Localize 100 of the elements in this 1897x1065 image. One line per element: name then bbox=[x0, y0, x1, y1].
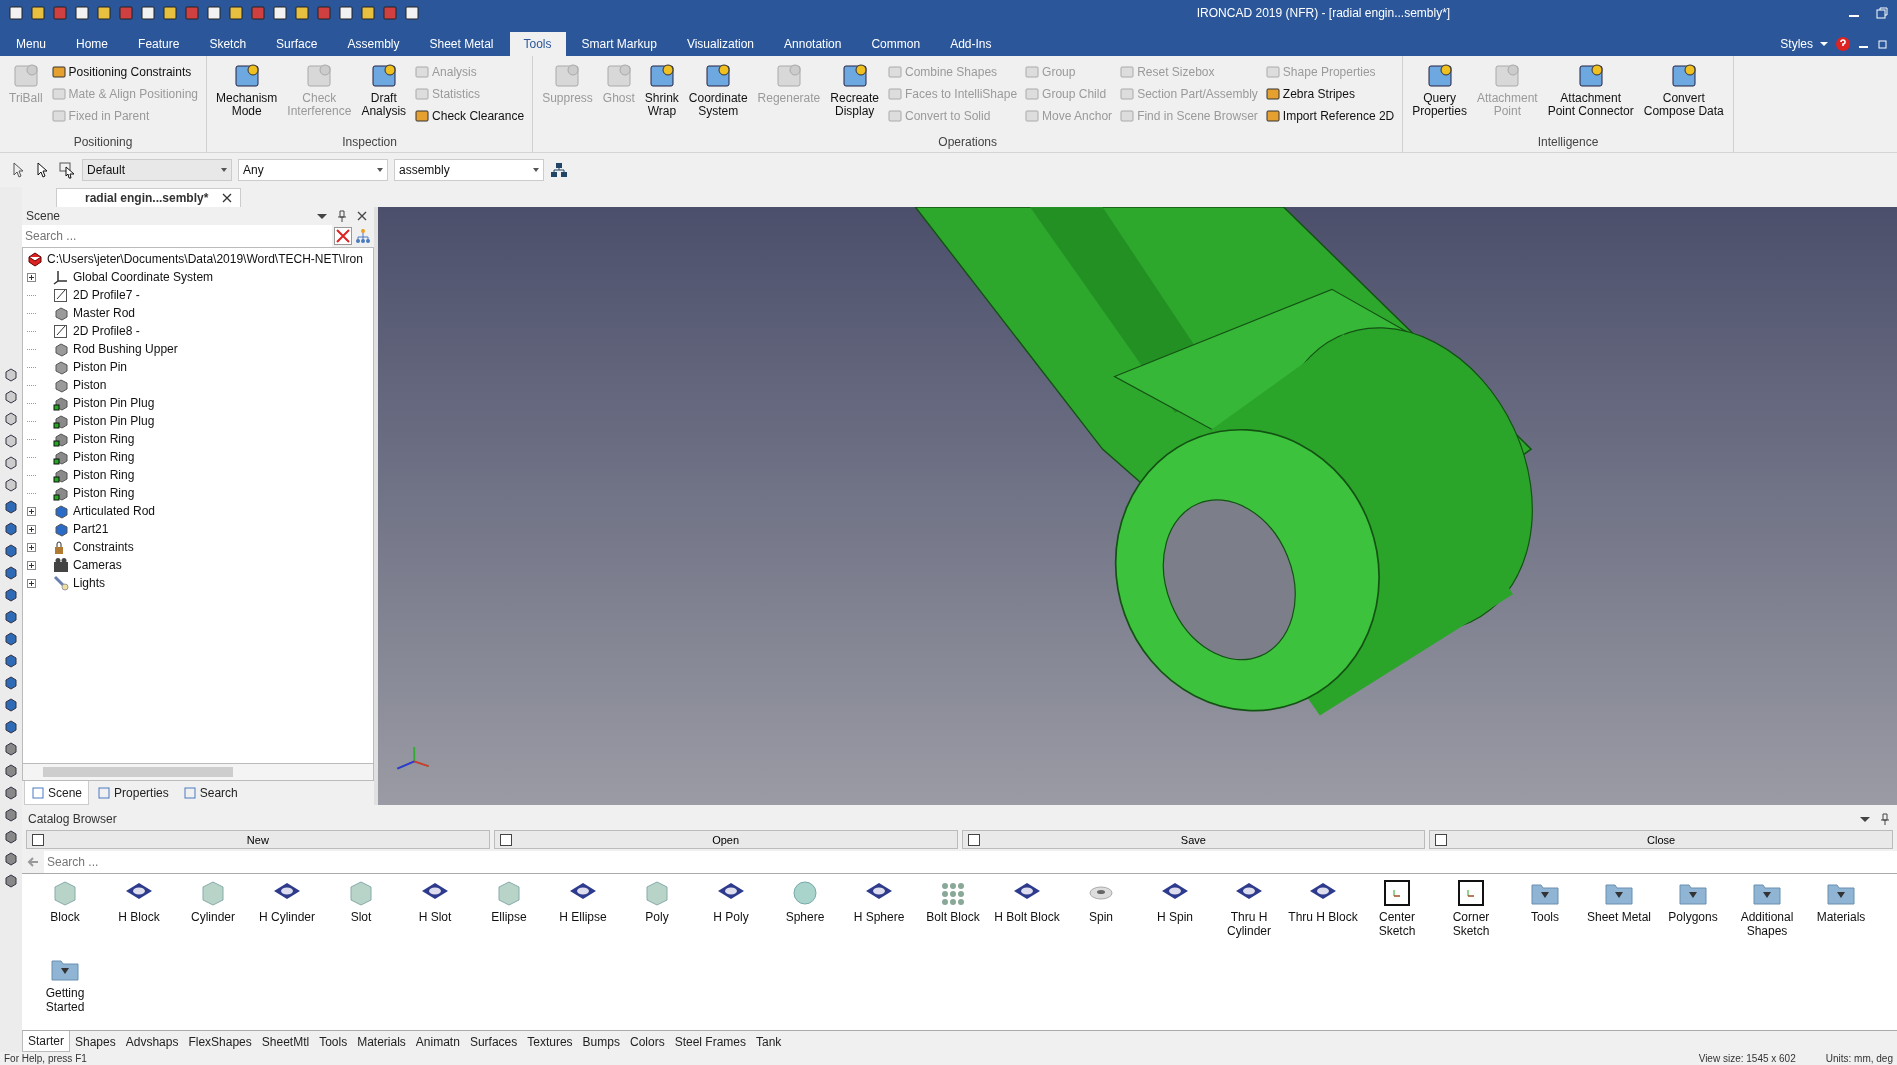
ribbon-tab[interactable]: Menu bbox=[2, 32, 61, 56]
ribbon-tab[interactable]: Visualization bbox=[672, 32, 769, 56]
expand-icon[interactable] bbox=[27, 560, 36, 570]
view-icon[interactable] bbox=[3, 851, 19, 867]
search-field[interactable]: Search ... bbox=[44, 851, 1897, 874]
ribbon-button[interactable]: Shrink Wrap bbox=[641, 60, 682, 132]
view-icon[interactable] bbox=[3, 653, 19, 669]
view-icon[interactable] bbox=[3, 565, 19, 581]
catalog-tab[interactable]: Textures bbox=[522, 1031, 578, 1052]
view-icon[interactable] bbox=[3, 631, 19, 647]
view-icon[interactable] bbox=[3, 499, 19, 515]
tree-item[interactable]: Piston Pin Plug bbox=[73, 414, 155, 428]
ribbon-button[interactable]: Recreate Display bbox=[827, 60, 882, 132]
catalog-tab[interactable]: Materials bbox=[352, 1031, 411, 1052]
view-icon[interactable] bbox=[3, 455, 19, 471]
search-field[interactable]: Search ... bbox=[22, 225, 332, 247]
tree-item[interactable]: Piston Ring bbox=[73, 450, 135, 464]
toolbar-icon[interactable] bbox=[360, 5, 376, 21]
catalog-tab[interactable]: Surfaces bbox=[464, 1031, 523, 1052]
styles-menu[interactable]: Styles bbox=[1780, 37, 1813, 51]
ribbon-tab[interactable]: Smart Markup bbox=[567, 32, 671, 56]
catalog-item[interactable]: Polygons bbox=[1668, 910, 1718, 925]
catalog-tab[interactable]: Starter bbox=[22, 1031, 70, 1052]
view-icon[interactable] bbox=[3, 521, 19, 537]
catalog-item[interactable]: H Sphere bbox=[853, 910, 905, 925]
view-icon[interactable] bbox=[3, 389, 19, 405]
catalog-item[interactable]: H Poly bbox=[713, 910, 749, 925]
view-icon[interactable] bbox=[3, 719, 19, 735]
toolbar-icon[interactable] bbox=[294, 5, 310, 21]
hierarchy-icon[interactable] bbox=[550, 161, 568, 179]
toolbar-icon[interactable] bbox=[228, 5, 244, 21]
catalog-tab[interactable]: Tank bbox=[751, 1031, 787, 1052]
catalog-tab[interactable]: Tools bbox=[314, 1031, 353, 1052]
panel-tab[interactable]: Properties bbox=[91, 781, 175, 805]
tree-item[interactable]: Piston Pin Plug bbox=[73, 396, 155, 410]
toolbar-icon[interactable] bbox=[162, 5, 178, 21]
ribbon-tab[interactable]: Add-Ins bbox=[936, 32, 1006, 56]
toolbar-icon[interactable] bbox=[30, 5, 46, 21]
view-icon[interactable] bbox=[3, 411, 19, 427]
document-icon[interactable] bbox=[31, 832, 45, 847]
catalog-item[interactable]: H Cylinder bbox=[259, 910, 315, 925]
ribbon-tab[interactable]: Sheet Metal bbox=[415, 32, 508, 56]
catalog-item[interactable]: Center Sketch bbox=[1360, 910, 1434, 939]
ribbon-tab[interactable]: Assembly bbox=[333, 32, 414, 56]
toolbar-icon[interactable] bbox=[206, 5, 222, 21]
tool-icon[interactable] bbox=[415, 108, 430, 123]
catalog-button[interactable]: Close bbox=[1429, 829, 1893, 850]
tree-icon[interactable] bbox=[354, 227, 372, 245]
catalog-item[interactable]: H Bolt Block bbox=[994, 910, 1060, 925]
catalog-tab[interactable]: Steel Frames bbox=[669, 1031, 751, 1052]
catalog-tab[interactable]: Advshaps bbox=[120, 1031, 184, 1052]
tree-item[interactable]: Lights bbox=[73, 576, 106, 590]
restore-icon[interactable] bbox=[1875, 6, 1889, 20]
view-icon[interactable] bbox=[3, 763, 19, 779]
expand-icon[interactable] bbox=[27, 578, 36, 588]
help-icon[interactable] bbox=[1835, 36, 1851, 52]
catalog-button[interactable]: New bbox=[26, 829, 490, 850]
view-icon[interactable] bbox=[3, 807, 19, 823]
tree-item[interactable]: 2D Profile7 - bbox=[73, 288, 140, 302]
view-icon[interactable] bbox=[3, 587, 19, 603]
catalog-item[interactable]: Thru H Block bbox=[1288, 910, 1358, 925]
pin-icon[interactable] bbox=[336, 210, 348, 222]
catalog-item[interactable]: Thru H Cylinder bbox=[1212, 910, 1286, 939]
tree-item[interactable]: 2D Profile8 - bbox=[73, 324, 140, 338]
catalog-item[interactable]: Bolt Block bbox=[926, 910, 980, 925]
sketch-frame-icon[interactable] bbox=[1382, 878, 1412, 909]
catalog-tab[interactable]: Bumps bbox=[577, 1031, 625, 1052]
catalog-tab[interactable]: FlexShapes bbox=[183, 1031, 257, 1052]
3d-viewport[interactable] bbox=[378, 207, 1897, 805]
tree-item[interactable]: Master Rod bbox=[73, 306, 136, 320]
horizontal-scrollbar[interactable] bbox=[22, 764, 374, 781]
toolbar-icon[interactable] bbox=[8, 5, 24, 21]
ribbon-button[interactable]: Convert Compose Data bbox=[1640, 60, 1727, 132]
ribbon-button[interactable]: Import Reference 2D bbox=[1263, 106, 1397, 125]
ribbon-tab[interactable]: Sketch bbox=[195, 32, 261, 56]
view-icon[interactable] bbox=[3, 543, 19, 559]
expand-icon[interactable] bbox=[27, 272, 36, 282]
catalog-tab[interactable]: Animatn bbox=[410, 1031, 465, 1052]
ribbon-button[interactable]: Zebra Stripes bbox=[1263, 84, 1397, 103]
ribbon-button[interactable]: Query Properties bbox=[1409, 60, 1470, 132]
toolbar-icon[interactable] bbox=[74, 5, 90, 21]
tool-icon[interactable] bbox=[51, 64, 66, 79]
catalog-button[interactable]: Save bbox=[961, 829, 1426, 850]
catalog-item[interactable]: H Block bbox=[118, 910, 160, 925]
toolbar-icon[interactable] bbox=[404, 5, 420, 21]
ribbon-tab[interactable]: Feature bbox=[124, 32, 194, 56]
catalog-item[interactable]: Sheet Metal bbox=[1586, 910, 1651, 925]
expand-icon[interactable] bbox=[27, 542, 36, 552]
catalog-item[interactable]: Corner Sketch bbox=[1434, 910, 1508, 939]
view-icon[interactable] bbox=[3, 829, 19, 845]
tool-icon[interactable] bbox=[1265, 108, 1280, 123]
view-icon[interactable] bbox=[3, 697, 19, 713]
tool-icon[interactable] bbox=[1265, 86, 1280, 101]
view-icon[interactable] bbox=[3, 675, 19, 691]
catalog-item[interactable]: Sphere bbox=[785, 910, 825, 925]
ribbon-button[interactable]: Attachment Point Connector bbox=[1544, 60, 1637, 132]
catalog-item[interactable]: H Ellipse bbox=[559, 910, 607, 925]
catalog-item[interactable]: Cylinder bbox=[191, 910, 235, 925]
close-icon[interactable] bbox=[222, 193, 233, 203]
sketch-frame-icon[interactable] bbox=[1456, 878, 1486, 909]
